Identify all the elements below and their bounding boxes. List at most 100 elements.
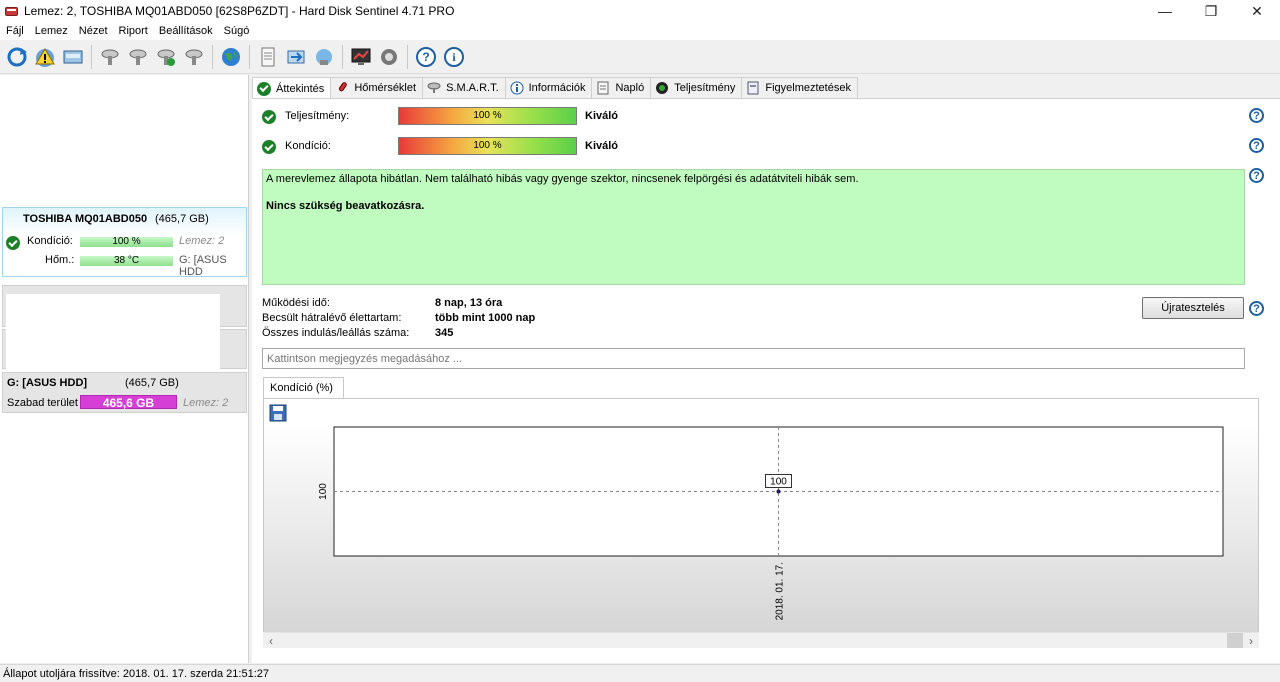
chart-tab-condition[interactable]: Kondíció (%) <box>263 377 344 398</box>
partition-name: G: [ASUS HDD] <box>7 377 88 389</box>
tab-log[interactable]: Napló <box>591 77 652 98</box>
transfer-icon[interactable] <box>284 45 308 69</box>
tab-label: Napló <box>615 82 645 94</box>
performance-label: Teljesítmény: <box>285 110 350 122</box>
toolbar: ? i <box>0 40 1280 74</box>
retest-button[interactable]: Újratesztelés <box>1142 297 1244 319</box>
info-icon[interactable]: i <box>442 45 466 69</box>
tab-label: Teljesítmény <box>674 82 736 94</box>
last-updated-text: Állapot utoljára frissítve: 2018. 01. 17… <box>3 667 269 680</box>
menu-settings[interactable]: Beállítások <box>155 25 220 37</box>
performance-help-icon[interactable]: ? <box>1249 108 1264 123</box>
uptime-value: 8 nap, 13 óra <box>435 297 503 309</box>
tab-bar: Áttekintés Hőmérséklet S.M.A.R.T. Inform… <box>252 77 858 99</box>
scroll-right-icon[interactable]: › <box>1243 633 1259 649</box>
partition-free-label: Szabad terület <box>7 397 78 409</box>
refresh-icon[interactable] <box>5 45 29 69</box>
minimize-button[interactable]: — <box>1142 0 1188 22</box>
disk-check-icon[interactable] <box>154 45 178 69</box>
tab-overview[interactable]: Áttekintés <box>252 77 332 99</box>
condition-chart-panel: 100 2018. 01. 17. 100 <box>263 398 1259 646</box>
starts-label: Összes indulás/leállás száma: <box>262 327 410 339</box>
status-help-icon[interactable]: ? <box>1249 168 1264 183</box>
recommendation-text: Nincs szükség beavatkozásra. <box>266 200 425 212</box>
partition-size: (465,7 GB) <box>125 377 179 389</box>
maximize-button[interactable]: ❐ <box>1188 0 1234 22</box>
uptime-label: Működési idő: <box>262 297 330 309</box>
check-icon <box>6 236 20 250</box>
menu-file[interactable]: Fájl <box>2 25 31 37</box>
monitor-icon[interactable] <box>349 45 373 69</box>
disk-icon <box>427 81 441 95</box>
disk-tools-icon[interactable] <box>182 45 206 69</box>
tab-label: Hőmérséklet <box>354 82 417 94</box>
tab-label: Figyelmeztetések <box>765 82 851 94</box>
partition-card[interactable]: G: [ASUS HDD] (465,7 GB) Szabad terület … <box>2 372 247 413</box>
check-icon <box>257 81 271 96</box>
condition-bar: 100 % <box>398 137 577 155</box>
close-button[interactable]: ✕ <box>1234 0 1280 22</box>
status-message-box: A merevlemez állapota hibátlan. Nem talá… <box>262 169 1245 285</box>
disk-condition-bar: 100 % <box>80 237 173 247</box>
menu-report[interactable]: Riport <box>115 25 155 37</box>
tab-performance[interactable]: Teljesítmény <box>650 77 743 98</box>
overview-panel: Teljesítmény: 100 % Kiváló ? Kondíció: 1… <box>252 98 1280 663</box>
partition-free-bar: 465,6 GB <box>80 395 177 410</box>
disk-condition-label: Kondíció: <box>27 235 73 247</box>
condition-check-icon <box>262 140 276 154</box>
chart-scrollbar[interactable]: ‹ › <box>263 632 1259 648</box>
disk-ref: Lemez: 2 <box>179 235 225 247</box>
disk-list-panel: TOSHIBA MQ01ABD050 (465,7 GB) Kondíció: … <box>0 75 249 663</box>
x-tick-label: 2018. 01. 17. <box>775 562 786 620</box>
disk-name: TOSHIBA MQ01ABD050 <box>23 213 148 225</box>
tab-alerts[interactable]: Figyelmeztetések <box>741 77 858 98</box>
disk-temp-bar: 38 °C <box>80 256 173 266</box>
app-disk-icon <box>4 4 20 18</box>
note-input[interactable] <box>262 348 1245 369</box>
condition-help-icon[interactable]: ? <box>1249 138 1264 153</box>
menu-help[interactable]: Súgó <box>220 25 257 37</box>
menu-bar: Fájl Lemez Nézet Riport Beállítások Súgó <box>0 22 1280 40</box>
thermometer-icon <box>335 81 349 95</box>
network-icon[interactable] <box>312 45 336 69</box>
info-icon <box>510 81 524 95</box>
starts-value: 345 <box>435 327 454 339</box>
disk-card-toshiba[interactable]: TOSHIBA MQ01ABD050 (465,7 GB) Kondíció: … <box>2 207 247 278</box>
disk-partition-ref: G: [ASUS HDD <box>179 254 227 278</box>
condition-label: Kondíció: <box>285 140 331 152</box>
lifetime-value: több mint 1000 nap <box>435 312 536 324</box>
disk-size: (465,7 GB) <box>155 213 209 225</box>
lifetime-label: Becsült hátralévő élettartam: <box>262 312 402 324</box>
tab-information[interactable]: Információk <box>504 77 593 98</box>
y-tick-label: 100 <box>318 483 329 500</box>
alert-icon <box>746 81 760 95</box>
menu-disk[interactable]: Lemez <box>31 25 75 37</box>
speed-icon <box>655 81 669 95</box>
scroll-left-icon[interactable]: ‹ <box>263 633 279 649</box>
help-icon[interactable]: ? <box>414 45 438 69</box>
tab-smart[interactable]: S.M.A.R.T. <box>422 77 506 98</box>
data-point <box>776 489 781 494</box>
menu-view[interactable]: Nézet <box>75 25 115 37</box>
condition-chart: 100 2018. 01. 17. 100 <box>318 426 1224 620</box>
settings-icon[interactable] <box>377 45 401 69</box>
disk-test-icon[interactable] <box>126 45 150 69</box>
data-label: 100 <box>770 477 787 488</box>
title-bar: Lemez: 2, TOSHIBA MQ01ABD050 [62S8P6ZDT]… <box>0 0 1280 22</box>
disk-temp-label: Hőm.: <box>45 254 75 266</box>
redacted-area <box>6 294 220 374</box>
performance-check-icon <box>262 110 276 124</box>
scroll-thumb[interactable] <box>1227 633 1243 648</box>
log-icon <box>596 81 610 95</box>
web-icon[interactable] <box>219 45 243 69</box>
warning-icon[interactable] <box>33 45 57 69</box>
document-icon[interactable] <box>256 45 280 69</box>
performance-grade: Kiváló <box>585 110 619 122</box>
retest-help-icon[interactable]: ? <box>1249 301 1264 316</box>
disk-settings-icon[interactable] <box>98 45 122 69</box>
window-title: Lemez: 2, TOSHIBA MQ01ABD050 [62S8P6ZDT]… <box>24 4 455 18</box>
tab-temperature[interactable]: Hőmérséklet <box>330 77 424 98</box>
tab-label: Információk <box>528 82 586 94</box>
status-bar: Állapot utoljára frissítve: 2018. 01. 17… <box>0 664 1280 682</box>
report-icon[interactable] <box>61 45 85 69</box>
